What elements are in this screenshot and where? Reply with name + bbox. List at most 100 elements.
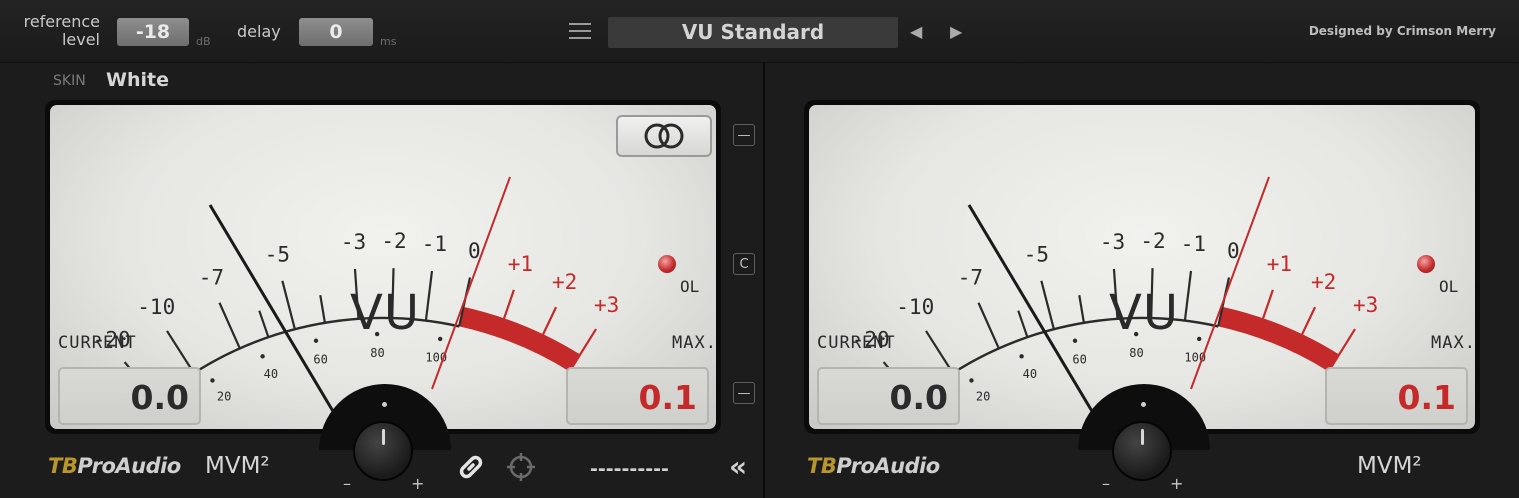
percent-dot — [1072, 338, 1078, 343]
target-icon[interactable] — [505, 451, 537, 487]
max-label: MAX. — [1431, 333, 1475, 353]
scale-label: +1 — [508, 252, 533, 276]
knob-indicator — [1141, 429, 1144, 445]
scale-label: -10 — [896, 295, 934, 319]
percent-label: 60 — [1072, 352, 1086, 366]
percent-label: 60 — [313, 352, 327, 366]
preset-selector[interactable]: VU Standard — [608, 17, 898, 48]
right-gain-knob[interactable] — [1112, 421, 1172, 481]
delay-field[interactable]: 0 — [299, 18, 373, 46]
scale-label: -2 — [1140, 229, 1165, 253]
overload-label: OL — [1439, 277, 1459, 296]
scale-tick — [568, 328, 597, 373]
center-button[interactable]: C — [733, 253, 755, 275]
scale-tick — [1017, 310, 1029, 338]
skin-label: SKIN — [53, 73, 86, 89]
delay-label: delay — [237, 22, 281, 41]
knob-minus-label: – — [343, 474, 351, 493]
knob-center-dot — [1141, 402, 1146, 407]
percent-dot — [969, 378, 974, 383]
skin-selector[interactable]: White — [106, 69, 169, 91]
percent-label: 40 — [264, 367, 278, 381]
scale-tick — [319, 295, 326, 324]
scale-label: -5 — [265, 242, 290, 266]
current-value: 0.0 — [58, 367, 201, 425]
scale-label: +3 — [1353, 293, 1378, 317]
reference-label-line1: reference — [23, 12, 100, 31]
peak-needle — [1190, 176, 1270, 390]
percent-dot — [313, 338, 319, 343]
scale-tick — [424, 270, 434, 321]
brand-logo-left: TBProAudio — [48, 454, 181, 478]
brand-rest: ProAudio — [77, 454, 181, 478]
scale-label: -1 — [422, 232, 447, 256]
red-zone — [459, 306, 581, 372]
scale-label: +3 — [594, 293, 619, 317]
side-button-top[interactable]: — — [733, 124, 755, 146]
vu-label: VU — [350, 285, 420, 341]
current-value: 0.0 — [817, 367, 960, 425]
next-preset-icon[interactable]: ▶ — [950, 22, 962, 41]
scale-label: -5 — [1024, 242, 1049, 266]
reference-level-field[interactable]: -18 — [117, 18, 189, 46]
prev-preset-icon[interactable]: ◀ — [910, 22, 922, 41]
stereo-link-icon — [644, 123, 684, 149]
knob-plus-label: + — [1170, 474, 1184, 493]
menu-icon[interactable] — [569, 23, 591, 41]
link-icon[interactable] — [455, 451, 487, 487]
knob-center-dot — [382, 402, 387, 407]
percent-label: 20 — [217, 389, 231, 403]
brand-rest: ProAudio — [836, 454, 940, 478]
stereo-mode-button[interactable] — [616, 115, 712, 157]
scale-label: -2 — [381, 229, 406, 253]
meter-face: -20-10-7-5-3-2-10+1+2+3020406080100 VU C… — [809, 105, 1475, 429]
percent-dot — [1019, 354, 1024, 359]
percent-dot — [210, 378, 215, 383]
red-zone — [1218, 306, 1340, 372]
scale-label: -1 — [1181, 232, 1206, 256]
max-value[interactable]: 0.1 — [1325, 367, 1468, 425]
scale-label: -3 — [1100, 230, 1125, 254]
scale-label: -7 — [958, 265, 983, 289]
scale-label: -7 — [199, 265, 224, 289]
percent-dot — [260, 354, 265, 359]
product-logo-right: MVM² — [1357, 453, 1422, 479]
overload-led — [658, 255, 676, 273]
left-gain-knob[interactable] — [353, 421, 413, 481]
knob-plus-label: + — [411, 474, 425, 493]
overload-led — [1417, 255, 1435, 273]
top-bar: reference level -18 dB delay 0 ms VU Sta… — [0, 0, 1519, 63]
scale-label: -3 — [341, 230, 366, 254]
percent-dot — [437, 336, 443, 342]
scale-tick — [218, 302, 241, 349]
vu-label: VU — [1109, 285, 1179, 341]
scale-label: +2 — [1311, 270, 1336, 294]
peak-needle — [431, 176, 511, 390]
percent-label: 80 — [370, 346, 384, 360]
meter-face: -20-10-7-5-3-2-10+1+2+3020406080100 VU C… — [50, 105, 716, 429]
percent-label: 80 — [1129, 346, 1143, 360]
percent-label: 20 — [976, 389, 990, 403]
side-button-bottom[interactable]: — — [733, 382, 755, 404]
knob-minus-label: – — [1102, 474, 1110, 493]
designer-credit: Designed by Crimson Merry — [1308, 24, 1496, 38]
brand-tb: TB — [807, 454, 837, 478]
scale-label: +2 — [552, 270, 577, 294]
collapse-icon[interactable]: « — [729, 452, 747, 482]
max-value[interactable]: 0.1 — [566, 367, 709, 425]
scale-tick — [258, 310, 270, 338]
scale-tick — [1327, 328, 1356, 373]
scale-tick — [977, 302, 1000, 349]
brand-logo-right: TBProAudio — [807, 454, 940, 478]
status-placeholder: ---------- — [590, 458, 669, 480]
reference-unit: dB — [196, 35, 211, 48]
reference-level-label: reference level — [18, 13, 100, 49]
scale-label: -10 — [137, 295, 175, 319]
scale-label: +1 — [1267, 252, 1292, 276]
scale-tick — [1183, 270, 1193, 321]
product-logo-left: MVM² — [205, 453, 270, 479]
knob-indicator — [382, 429, 385, 445]
percent-label: 40 — [1023, 367, 1037, 381]
scale-tick — [281, 280, 296, 330]
delay-unit: ms — [380, 35, 397, 48]
